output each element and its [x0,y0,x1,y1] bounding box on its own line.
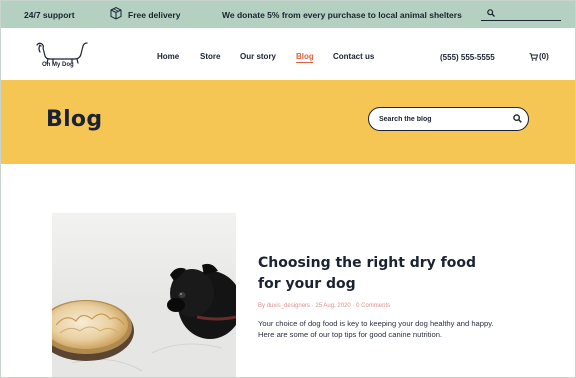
donation-text: We donate 5% from every purchase to loca… [222,10,462,20]
post-author-link[interactable]: duxis_designers [267,303,310,309]
meta-separator: · [352,303,355,309]
cart-count: (0) [539,52,549,61]
cart-icon [529,53,538,61]
page-title: Blog [46,107,103,132]
nav-contact-us[interactable]: Contact us [333,52,374,61]
active-nav-indicator [296,62,313,63]
post-comments-link[interactable]: 0 Comments [356,303,390,309]
search-icon[interactable] [487,9,495,17]
post-date: 25 Aug, 2020 [315,303,351,309]
pug-and-pie-image [52,213,236,378]
phone-number[interactable]: (555) 555-5555 [440,53,495,62]
nav-store[interactable]: Store [200,52,220,61]
search-icon[interactable] [513,114,522,123]
blog-hero: Blog [0,80,576,164]
post-thumbnail[interactable] [52,213,236,378]
announcement-bar: 24/7 support Free delivery We donate 5% … [0,0,576,28]
package-icon [110,6,122,20]
meta-by-label: By [258,303,266,309]
post-meta: By duxis_designers · 25 Aug, 2020 · 0 Co… [258,303,390,309]
blog-search-field[interactable] [368,107,529,131]
support-text: 24/7 support [24,10,75,20]
logo-text[interactable]: Oh My Dog [42,62,74,68]
meta-separator: · [311,303,314,309]
post-excerpt: Your choice of dog food is key to keepin… [258,319,494,339]
post-title[interactable]: Choosing the right dry food for your dog [258,253,498,295]
nav-blog[interactable]: Blog [296,52,314,61]
top-search-input[interactable] [501,7,559,19]
blog-search-input[interactable] [379,113,504,125]
nav-home[interactable]: Home [157,52,179,61]
site-header: Oh My Dog Home Store Our story Blog Cont… [0,28,576,80]
free-delivery-text: Free delivery [128,10,181,20]
nav-our-story[interactable]: Our story [240,52,276,61]
top-search-field[interactable] [481,6,561,21]
